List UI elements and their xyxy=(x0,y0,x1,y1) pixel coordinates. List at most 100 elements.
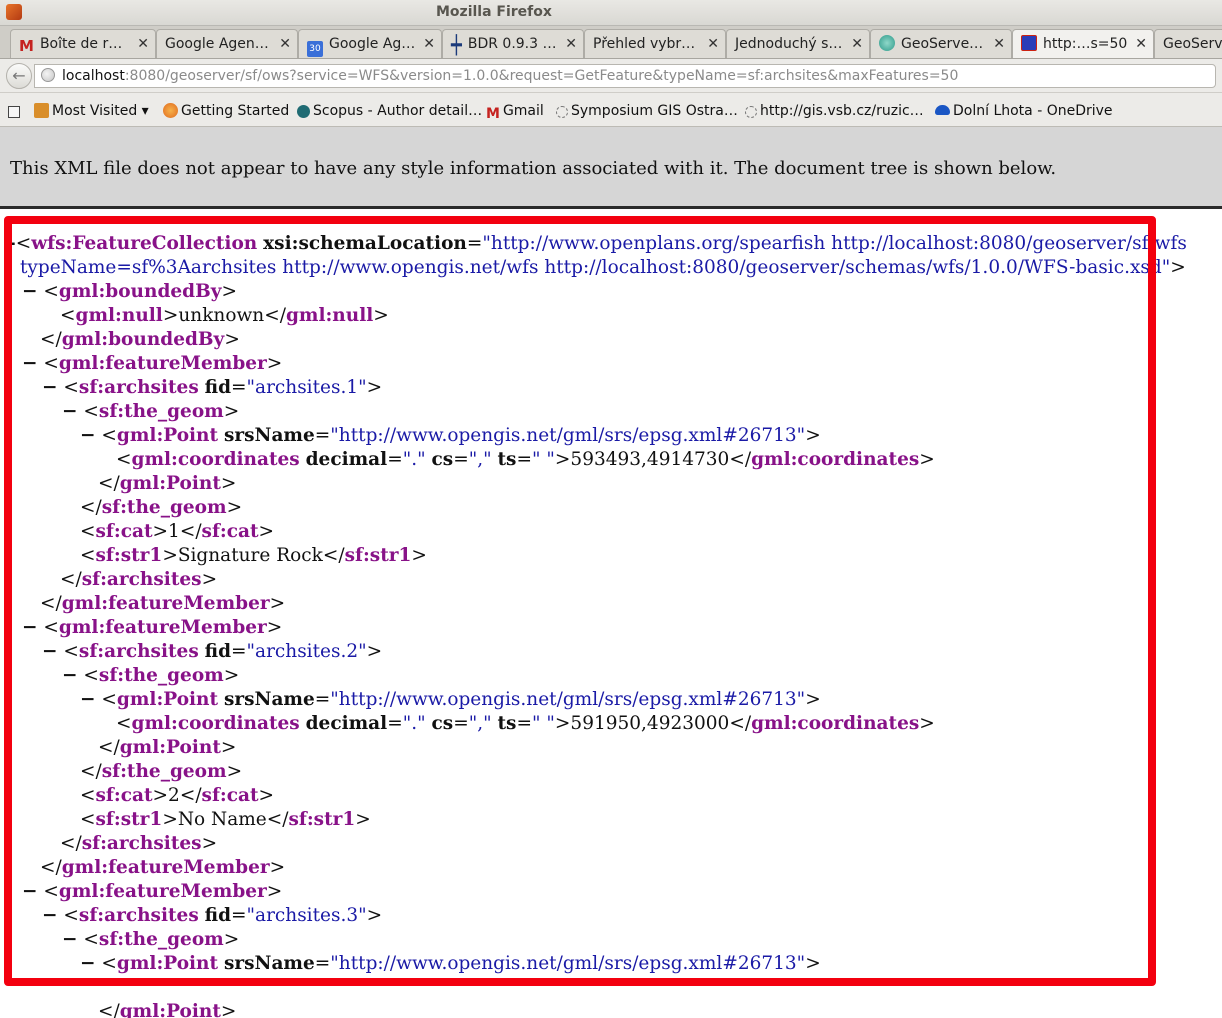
xml-attr-value: "," xyxy=(468,713,492,734)
collapse-toggle-icon[interactable]: − xyxy=(42,641,58,662)
bookmark-label: Most Visited ▾ xyxy=(52,103,149,119)
xml-tag: sf:archsites xyxy=(81,833,202,854)
gmail-icon: M xyxy=(486,106,500,122)
bookmark-symposium[interactable]: Symposium GIS Ostra… xyxy=(556,102,738,120)
bookmark-most-visited[interactable]: Most Visited ▾ xyxy=(34,102,149,120)
xml-info-banner: This XML file does not appear to have an… xyxy=(0,127,1222,209)
tab-label: BDR 0.9.3 … xyxy=(467,36,557,52)
xml-line-member-open[interactable]: − <gml:featureMember> xyxy=(22,352,282,376)
xml-page-icon xyxy=(1021,35,1037,51)
xml-tag: gml:Point xyxy=(116,425,219,446)
geoserver-icon xyxy=(879,35,895,51)
tab-geoserver-2[interactable]: GeoServ xyxy=(1154,29,1222,58)
bookmark-gis-vsb[interactable]: http://gis.vsb.cz/ruzic… xyxy=(745,102,924,120)
bookmark-onedrive[interactable]: Dolní Lhota - OneDrive xyxy=(935,102,1113,120)
xml-attr-value: "archsites.3" xyxy=(246,905,367,926)
navigation-bar: localhost:8080/geoserver/sf/ows?service=… xyxy=(0,59,1222,93)
back-button[interactable]: ← xyxy=(6,63,32,89)
collapse-toggle-icon[interactable]: − xyxy=(80,689,96,710)
xml-line-geom-open[interactable]: − <sf:the_geom> xyxy=(62,928,239,952)
collapse-toggle-icon[interactable]: − xyxy=(62,929,78,950)
bookmarks-menu-icon[interactable] xyxy=(8,102,23,120)
xml-tag: sf:str1 xyxy=(344,545,412,566)
xml-line-boundedby-close: </gml:boundedBy> xyxy=(40,329,240,350)
bookmark-label: http://gis.vsb.cz/ruzic… xyxy=(760,103,924,119)
collapse-toggle-icon[interactable]: − xyxy=(42,905,58,926)
cross-icon: ┿ xyxy=(451,35,462,56)
collapse-toggle-icon[interactable]: − xyxy=(62,401,78,422)
tab-label: http:…s=50 xyxy=(1043,36,1128,52)
collapse-toggle-icon[interactable]: − xyxy=(80,425,96,446)
tab-geoserver[interactable]: GeoServe… ✕ xyxy=(870,29,1012,58)
xml-tag: sf:archsites xyxy=(81,569,202,590)
collapse-toggle-icon[interactable]: − xyxy=(22,617,38,638)
close-icon[interactable]: ✕ xyxy=(279,30,291,58)
xml-line-str1: <sf:str1>Signature Rock</sf:str1> xyxy=(80,545,427,566)
collapse-toggle-icon[interactable]: − xyxy=(22,353,38,374)
tab-google-agenda[interactable]: Google Agen… ✕ xyxy=(156,29,298,58)
xml-attr: srsName xyxy=(223,953,315,974)
collapse-toggle-icon[interactable]: - xyxy=(8,233,16,254)
list-icon xyxy=(8,106,20,118)
tab-xml-active[interactable]: http:…s=50 ✕ xyxy=(1012,29,1154,58)
xml-line-point-open[interactable]: − <gml:Point srsName="http://www.opengis… xyxy=(80,688,821,712)
close-icon[interactable]: ✕ xyxy=(993,30,1005,58)
xml-line-archsites-open[interactable]: − <sf:archsites fid="archsites.1"> xyxy=(42,376,382,400)
tab-prehled[interactable]: Přehled vybr… ✕ xyxy=(584,29,726,58)
xml-text: Signature Rock xyxy=(177,545,323,566)
gmail-icon: M xyxy=(19,37,34,55)
xml-attr: fid xyxy=(204,641,232,662)
folder-icon xyxy=(34,103,49,118)
xml-text: 2 xyxy=(168,785,180,806)
xml-attr-value: "archsites.1" xyxy=(246,377,367,398)
collapse-toggle-icon[interactable]: − xyxy=(80,953,96,974)
xml-line-geom-open[interactable]: − <sf:the_geom> xyxy=(62,664,239,688)
close-icon[interactable]: ✕ xyxy=(137,30,149,58)
close-icon[interactable]: ✕ xyxy=(851,30,863,58)
xml-line-point-open[interactable]: − <gml:Point srsName="http://www.opengis… xyxy=(80,424,821,448)
close-icon[interactable]: ✕ xyxy=(1135,30,1147,58)
tab-bdr[interactable]: ┿ BDR 0.9.3 … ✕ xyxy=(442,29,584,58)
xml-tag: sf:str1 xyxy=(95,545,163,566)
xml-tag: gml:coordinates xyxy=(131,713,300,734)
bookmark-label: Getting Started xyxy=(181,103,290,119)
tab-label: GeoServ xyxy=(1163,36,1222,52)
xml-attr-value: "archsites.2" xyxy=(246,641,367,662)
tab-jednoduchy[interactable]: Jednoduchý s… ✕ xyxy=(726,29,870,58)
xml-line-collection-open[interactable]: -<wfs:FeatureCollection xsi:schemaLocati… xyxy=(8,232,1187,256)
xml-line-member-open[interactable]: − <gml:featureMember> xyxy=(22,880,282,904)
close-icon[interactable]: ✕ xyxy=(423,30,435,58)
site-identity-icon[interactable] xyxy=(41,68,55,82)
bookmark-gmail[interactable]: M Gmail xyxy=(486,102,544,122)
xml-line-geom-open[interactable]: − <sf:the_geom> xyxy=(62,400,239,424)
close-icon[interactable]: ✕ xyxy=(707,30,719,58)
close-icon[interactable]: ✕ xyxy=(565,30,577,58)
cloud-icon xyxy=(935,105,950,115)
bookmark-getting-started[interactable]: Getting Started xyxy=(163,102,289,120)
xml-tag: sf:cat xyxy=(201,785,259,806)
xml-line-member-open[interactable]: − <gml:featureMember> xyxy=(22,616,282,640)
tab-gmail[interactable]: M Boîte de r… ✕ xyxy=(10,29,156,58)
xml-line-archsites-open[interactable]: − <sf:archsites fid="archsites.3"> xyxy=(42,904,382,928)
bookmark-label: Gmail xyxy=(502,103,544,119)
collapse-toggle-icon[interactable]: − xyxy=(42,377,58,398)
tab-google-calendar[interactable]: 30 Google Ag… ✕ xyxy=(298,29,442,58)
xml-attr: cs xyxy=(431,713,454,734)
xml-line-point-open[interactable]: − <gml:Point srsName="http://www.opengis… xyxy=(80,952,821,976)
xml-line-geom-close: </sf:the_geom> xyxy=(80,761,243,782)
xml-tag: wfs:FeatureCollection xyxy=(31,233,258,254)
collapse-toggle-icon[interactable]: − xyxy=(22,881,38,902)
url-bar[interactable]: localhost:8080/geoserver/sf/ows?service=… xyxy=(34,64,1216,88)
xml-document-tree: -<wfs:FeatureCollection xsi:schemaLocati… xyxy=(0,212,1222,1018)
collapse-toggle-icon[interactable]: − xyxy=(22,281,38,302)
window-titlebar: Mozilla Firefox xyxy=(0,0,1222,26)
xml-attr-value: "http://www.openplans.org/spearfish http… xyxy=(482,233,1187,254)
xml-text: unknown xyxy=(178,305,265,326)
xml-tag: sf:the_geom xyxy=(98,665,224,686)
bookmark-scopus[interactable]: Scopus - Author detail… xyxy=(297,102,482,120)
xml-attr: srsName xyxy=(223,425,315,446)
bookmark-label: Scopus - Author detail… xyxy=(313,103,483,119)
xml-line-archsites-open[interactable]: − <sf:archsites fid="archsites.2"> xyxy=(42,640,382,664)
collapse-toggle-icon[interactable]: − xyxy=(62,665,78,686)
xml-line-boundedby-open[interactable]: − <gml:boundedBy> xyxy=(22,280,237,304)
